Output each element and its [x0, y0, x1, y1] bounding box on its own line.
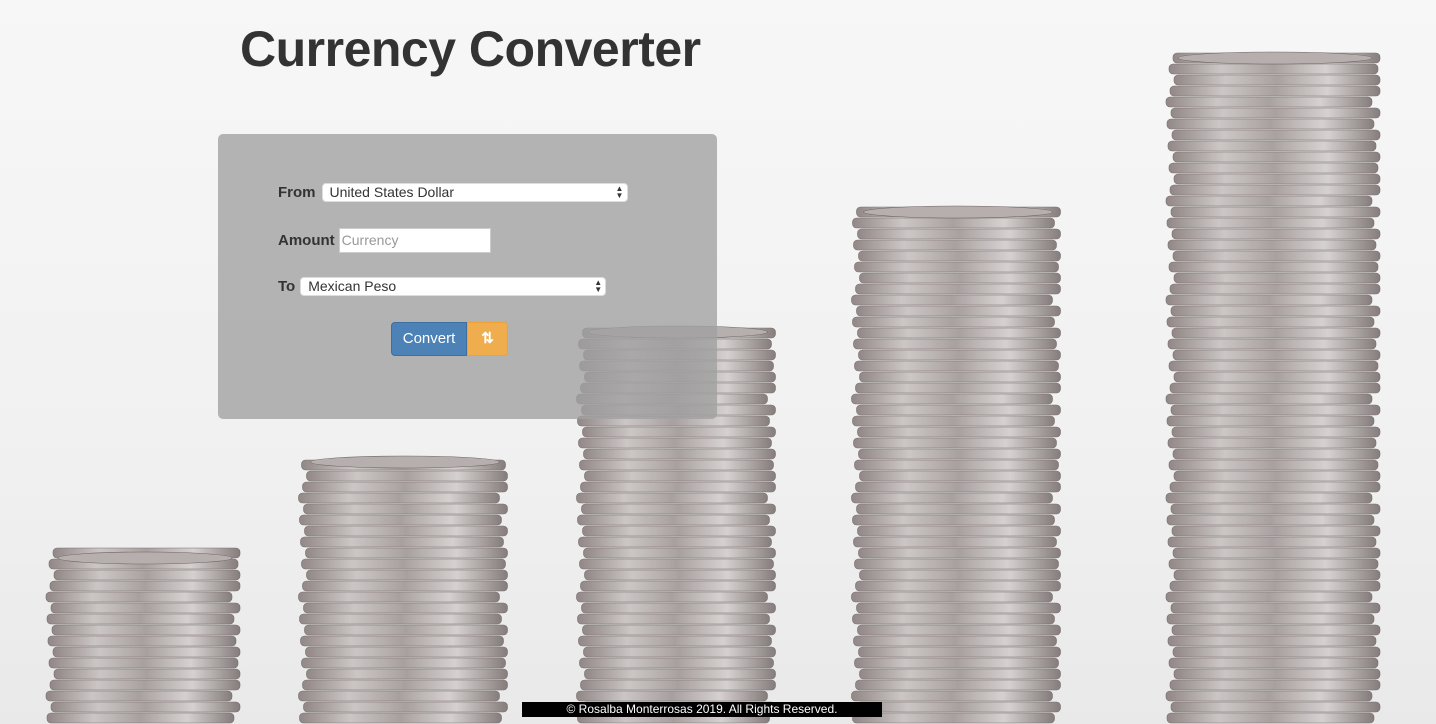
- to-currency-value: Mexican Peso: [308, 278, 397, 294]
- page-title: Currency Converter: [240, 21, 701, 77]
- from-currency-value: United States Dollar: [329, 184, 455, 200]
- select-arrows-icon: ▲ ▼: [615, 184, 624, 200]
- from-currency-select[interactable]: United States Dollar ▲ ▼: [321, 183, 628, 202]
- convert-button[interactable]: Convert: [391, 322, 467, 356]
- to-row: To Mexican Peso ▲ ▼: [278, 277, 607, 296]
- amount-label: Amount: [278, 232, 335, 249]
- swap-arrows-icon: ⇅: [481, 330, 494, 347]
- swap-currencies-button[interactable]: ⇅: [467, 322, 508, 356]
- from-row: From United States Dollar ▲ ▼: [278, 183, 628, 202]
- coin-stacks-background: [45, 51, 1381, 724]
- from-label: From: [278, 184, 316, 201]
- amount-input[interactable]: Currency: [338, 228, 491, 253]
- to-currency-select[interactable]: Mexican Peso ▲ ▼: [300, 277, 607, 296]
- amount-row: Amount Currency: [278, 228, 491, 253]
- to-label: To: [278, 278, 296, 295]
- page: Currency Converter From United States Do…: [0, 0, 1436, 724]
- footer-copyright: © Rosalba Monterrosas 2019. All Rights R…: [522, 702, 882, 717]
- select-arrows-icon: ▲ ▼: [594, 278, 603, 294]
